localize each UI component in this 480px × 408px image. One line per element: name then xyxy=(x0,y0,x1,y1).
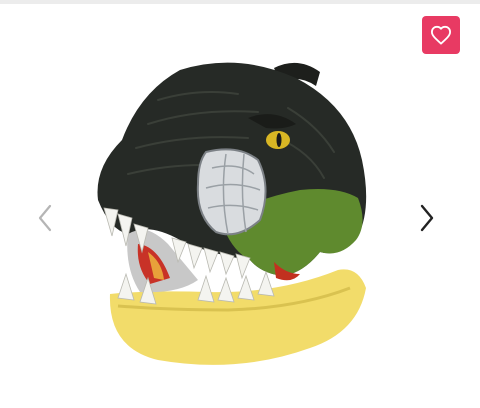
heart-icon xyxy=(430,25,451,45)
top-divider xyxy=(0,0,480,4)
favorite-button[interactable] xyxy=(422,16,460,54)
product-image xyxy=(97,62,367,365)
previous-image-button[interactable] xyxy=(30,198,60,238)
chevron-right-icon xyxy=(420,204,434,232)
next-image-button[interactable] xyxy=(412,198,442,238)
product-gallery xyxy=(0,0,480,408)
chevron-left-icon xyxy=(38,204,52,232)
